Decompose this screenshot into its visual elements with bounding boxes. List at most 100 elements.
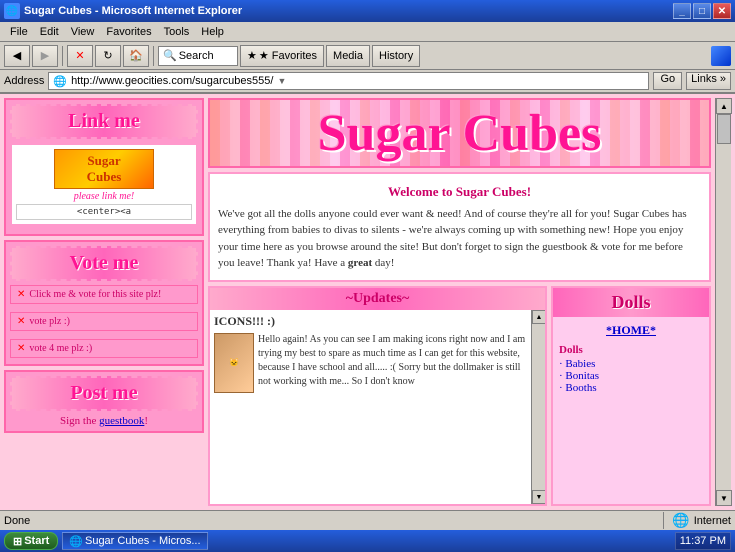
update-text: Hello again! As you can see I am making … <box>258 333 527 413</box>
close-button[interactable]: ✕ <box>713 3 731 19</box>
vote-x-3: ✕ <box>17 343 25 354</box>
dolls-home-link[interactable]: *HOME* <box>559 323 703 338</box>
dolls-title: Dolls <box>553 288 709 317</box>
updates-title: ~Updates~ <box>210 288 545 310</box>
toolbar-separator-1 <box>62 46 63 66</box>
viewport: Link me SugarCubes please link me! <cent… <box>0 94 735 510</box>
dolls-section: Dolls *HOME* Dolls Babies Bonitas Booths <box>551 286 711 507</box>
media-button[interactable]: Media <box>326 45 370 67</box>
menu-view[interactable]: View <box>65 24 101 40</box>
vote-buttons: ✕ Click me & vote for this site plz! ✕ v… <box>10 285 198 358</box>
header-banner: Sugar Cubes <box>208 98 711 168</box>
guestbook-text: Sign the guestbook! <box>10 415 198 427</box>
icons-title: ICONS!!! :) <box>214 314 527 329</box>
welcome-great: great <box>348 257 372 269</box>
back-button[interactable]: ◀ <box>4 45 30 67</box>
vote-button-3[interactable]: ✕ vote 4 me plz :) <box>10 339 198 358</box>
icons-row: 🐱 Hello again! As you can see I am makin… <box>214 333 527 413</box>
banner-image: SugarCubes <box>54 149 154 189</box>
taskbar-time: 11:37 PM <box>675 532 731 550</box>
page-scroll-up[interactable]: ▲ <box>716 98 732 114</box>
menu-help[interactable]: Help <box>195 24 230 40</box>
menu-edit[interactable]: Edit <box>34 24 65 40</box>
title-bar-icon: 🌐 <box>4 3 20 19</box>
status-bar: Done 🌐 Internet <box>0 510 735 530</box>
address-url: http://www.geocities.com/sugarcubes555/ <box>71 75 273 87</box>
spacer-2 <box>10 333 198 337</box>
scroll-up-arrow[interactable]: ▲ <box>532 310 545 324</box>
link-code-box[interactable]: <center><a <box>16 204 192 220</box>
page-scrollbar[interactable]: ▲ ▼ <box>715 98 731 506</box>
search-label: Search <box>179 50 214 62</box>
menu-favorites[interactable]: Favorites <box>100 24 157 40</box>
title-bar-title: Sugar Cubes - Microsoft Internet Explore… <box>24 5 673 17</box>
status-text: Done <box>4 515 659 527</box>
dolls-home-anchor[interactable]: *HOME* <box>606 323 656 337</box>
windows-logo <box>711 46 731 66</box>
link-me-section: Link me SugarCubes please link me! <cent… <box>4 98 204 236</box>
updates-section: ~Updates~ ICONS!!! :) 🐱 <box>208 286 547 507</box>
dolls-link-booths[interactable]: Booths <box>559 382 703 394</box>
title-bar: 🌐 Sugar Cubes - Microsoft Internet Explo… <box>0 0 735 22</box>
banner-box: SugarCubes please link me! <center><a <box>10 143 198 226</box>
title-bar-buttons: _ □ ✕ <box>673 3 731 19</box>
favorites-star-icon: ★ <box>247 49 257 62</box>
taskbar-task-ie[interactable]: 🌐 Sugar Cubes - Micros... <box>62 532 207 550</box>
update-text-inner: Hello again! As you can see I am making … <box>258 333 527 413</box>
welcome-section: Welcome to Sugar Cubes! We've got all th… <box>208 172 711 282</box>
address-bar: Address 🌐 http://www.geocities.com/sugar… <box>0 70 735 94</box>
favorites-button[interactable]: ★ ★ Favorites <box>240 45 324 67</box>
scroll-track-right <box>716 114 731 490</box>
status-zone: 🌐 Internet <box>663 512 731 529</box>
vote-x-1: ✕ <box>17 289 25 300</box>
internet-icon: 🌐 <box>672 512 689 529</box>
history-button[interactable]: History <box>372 45 420 67</box>
left-sidebar: Link me SugarCubes please link me! <cent… <box>4 98 204 506</box>
updates-scrollbar[interactable]: ▲ ▼ <box>531 310 545 505</box>
address-input-box[interactable]: 🌐 http://www.geocities.com/sugarcubes555… <box>48 72 649 90</box>
address-dropdown-icon[interactable]: ▼ <box>277 76 286 86</box>
stop-button[interactable]: ✕ <box>67 45 93 67</box>
update-image: 🐱 <box>214 333 254 393</box>
link-me-title: Link me <box>10 104 198 139</box>
maximize-button[interactable]: □ <box>693 3 711 19</box>
bottom-row: ~Updates~ ICONS!!! :) 🐱 <box>208 286 711 507</box>
spacer-1 <box>10 306 198 310</box>
dolls-nav: *HOME* Dolls Babies Bonitas Booths <box>553 317 709 400</box>
scroll-down-arrow[interactable]: ▼ <box>532 490 545 504</box>
taskbar: ⊞ Start 🌐 Sugar Cubes - Micros... 11:37 … <box>0 530 735 552</box>
dolls-link-bonitas[interactable]: Bonitas <box>559 370 703 382</box>
home-button[interactable]: 🏠 <box>123 45 149 67</box>
banner-text: SugarCubes <box>87 153 122 185</box>
page-content: Link me SugarCubes please link me! <cent… <box>0 94 735 510</box>
address-label: Address <box>4 75 44 87</box>
menu-tools[interactable]: Tools <box>158 24 196 40</box>
post-me-section: Post me Sign the guestbook! <box>4 370 204 433</box>
refresh-button[interactable]: ↻ <box>95 45 121 67</box>
guestbook-link[interactable]: guestbook <box>99 415 144 427</box>
vote-button-1[interactable]: ✕ Click me & vote for this site plz! <box>10 285 198 304</box>
toolbar: ◀ ▶ ✕ ↻ 🏠 🔍 Search ★ ★ Favorites Media H… <box>0 42 735 70</box>
menu-file[interactable]: File <box>4 24 34 40</box>
forward-button[interactable]: ▶ <box>32 45 58 67</box>
minimize-button[interactable]: _ <box>673 3 691 19</box>
updates-content-row: ICONS!!! :) 🐱 Hello again! As you can se… <box>210 310 545 505</box>
updates-content: ICONS!!! :) 🐱 Hello again! As you can se… <box>210 310 531 505</box>
menu-bar: File Edit View Favorites Tools Help <box>0 22 735 42</box>
taskbar-ie-icon: 🌐 <box>69 535 83 548</box>
scroll-thumb[interactable] <box>717 114 731 144</box>
search-box[interactable]: 🔍 Search <box>158 46 238 66</box>
please-link-text: please link me! <box>74 191 135 202</box>
go-button[interactable]: Go <box>653 72 682 90</box>
page-inner: Link me SugarCubes please link me! <cent… <box>0 94 735 510</box>
dolls-link-babies[interactable]: Babies <box>559 358 703 370</box>
toolbar-separator-2 <box>153 46 154 66</box>
page-scroll-down[interactable]: ▼ <box>716 490 732 506</box>
links-button[interactable]: Links » <box>686 72 731 90</box>
dolls-category: Dolls <box>559 344 703 356</box>
vote-button-2[interactable]: ✕ vote plz :) <box>10 312 198 331</box>
main-area: Sugar Cubes Welcome to Sugar Cubes! We'v… <box>208 98 711 506</box>
site-title: Sugar Cubes <box>318 104 602 163</box>
start-button[interactable]: ⊞ Start <box>4 532 58 550</box>
post-me-title: Post me <box>10 376 198 411</box>
